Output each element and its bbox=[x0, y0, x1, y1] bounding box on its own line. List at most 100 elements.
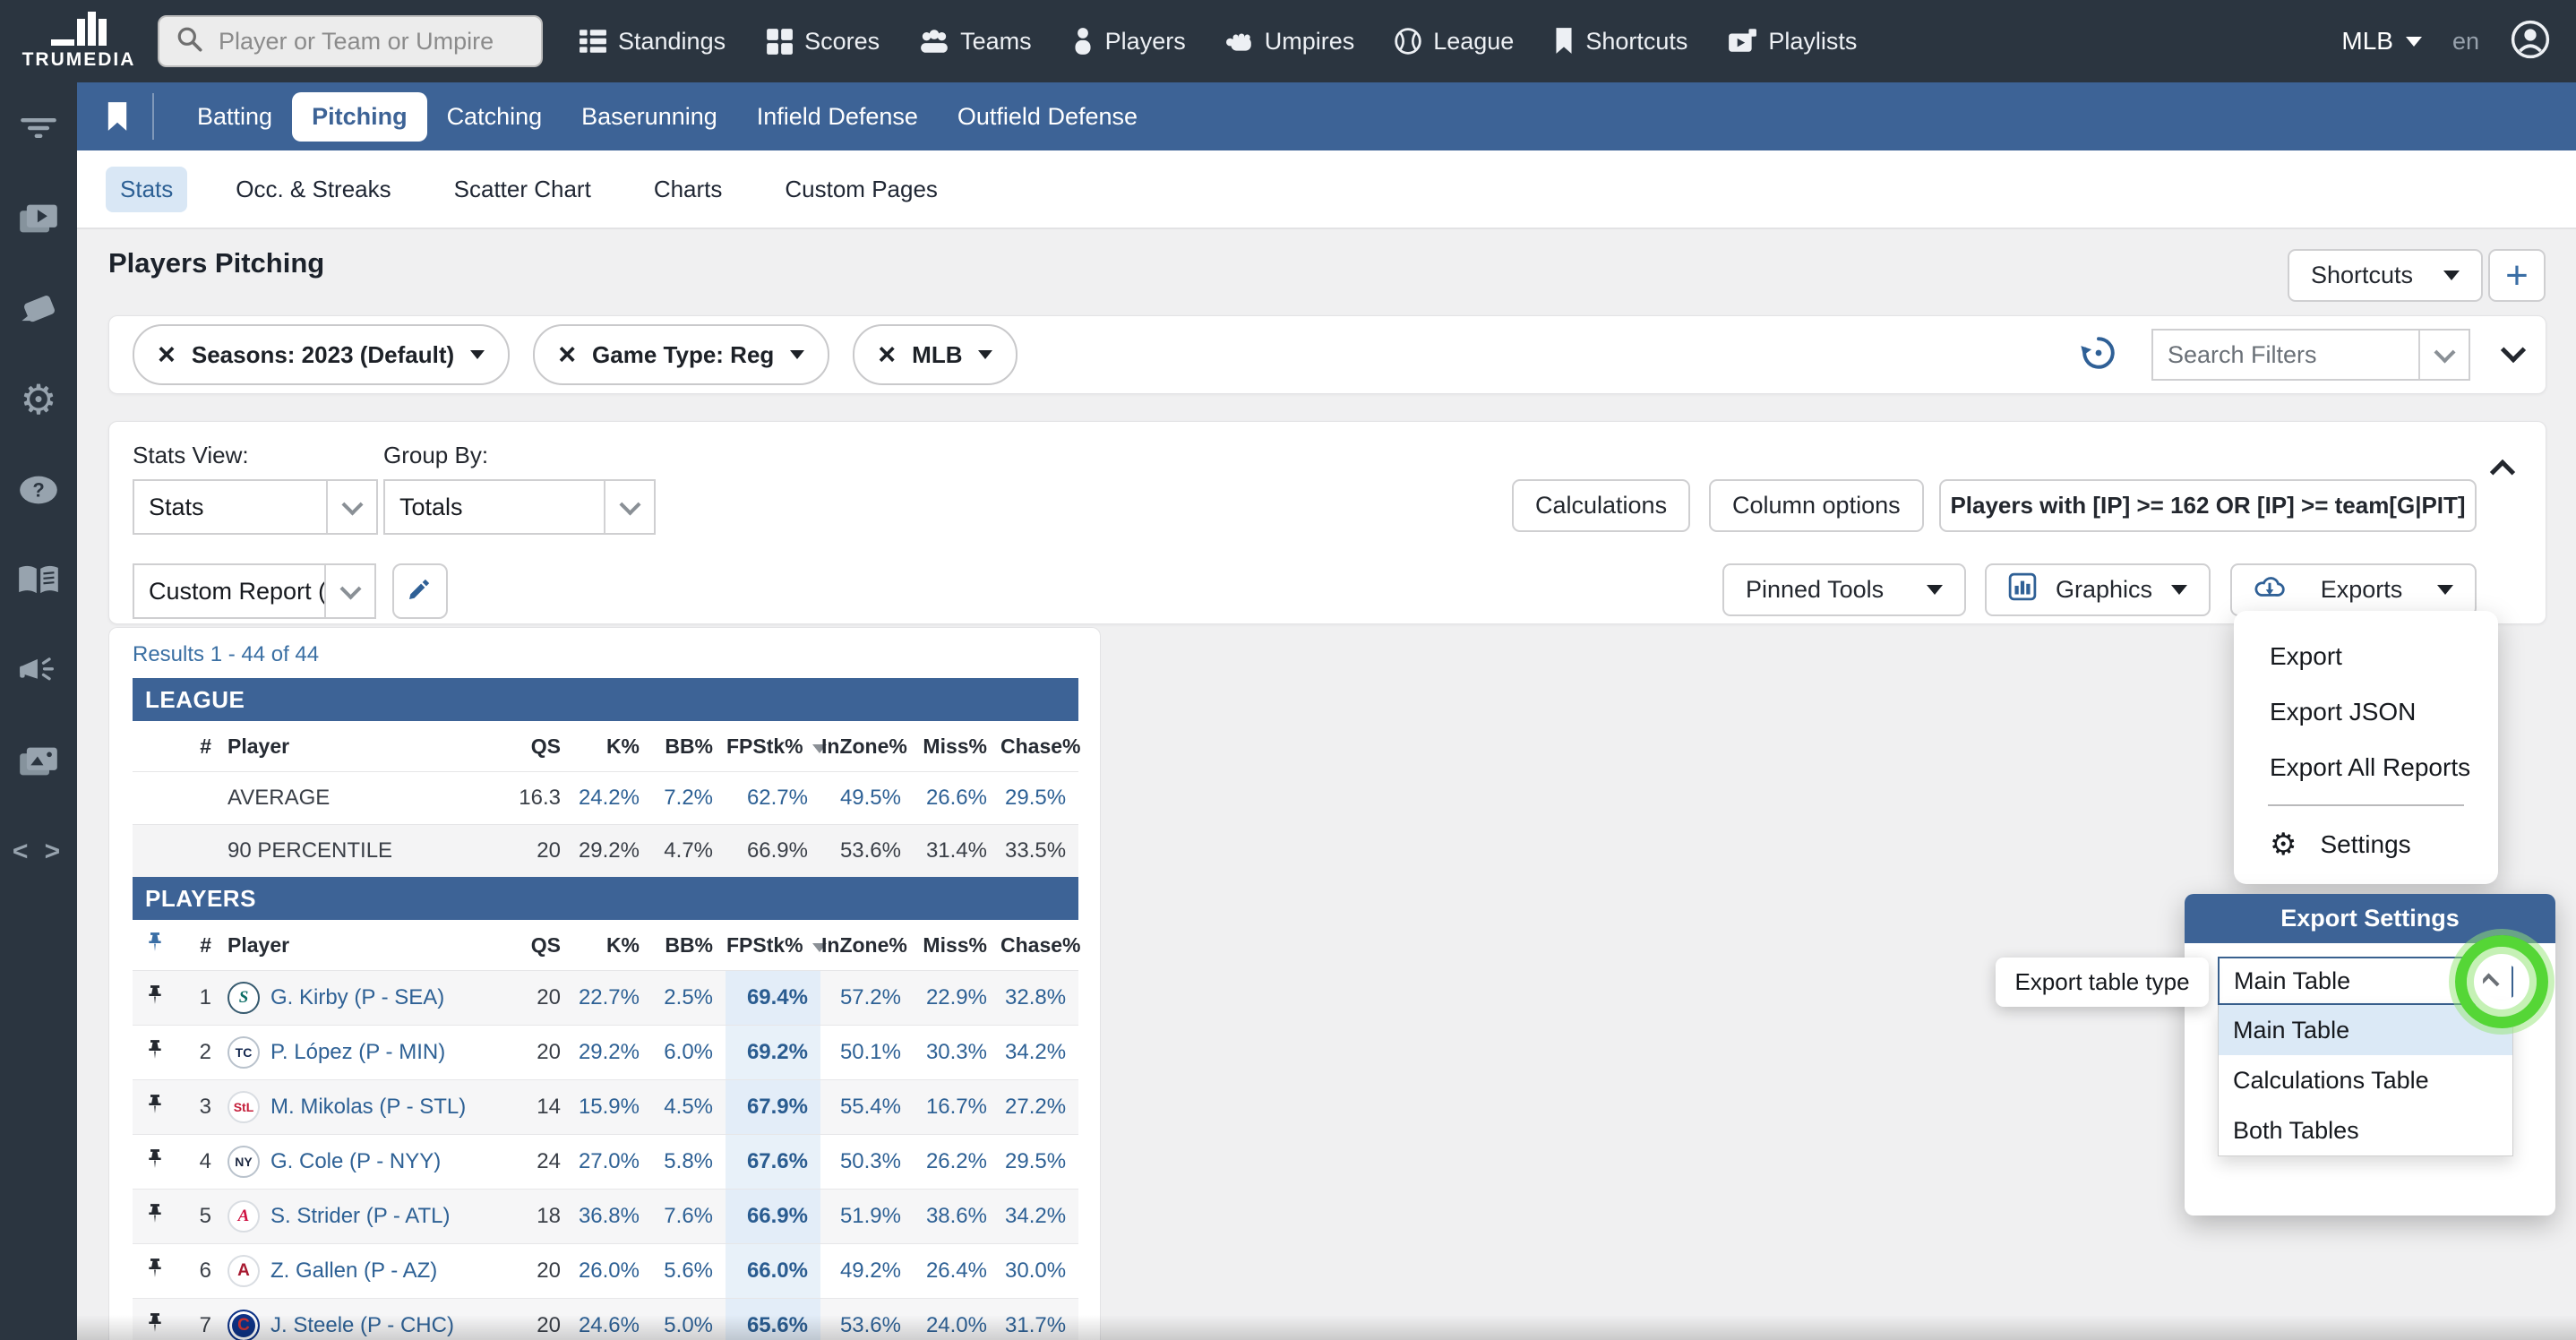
nav-item-players[interactable]: Players bbox=[1071, 27, 1186, 56]
export-table-type-value: Main Table bbox=[2220, 967, 2463, 995]
player-link[interactable]: M. Mikolas (P - STL) bbox=[270, 1095, 466, 1120]
field-board-icon[interactable] bbox=[0, 263, 77, 354]
region-selector[interactable]: MLB bbox=[2341, 27, 2422, 56]
code-icon[interactable]: < > bbox=[0, 806, 77, 897]
gear-icon[interactable]: ⚙ bbox=[0, 354, 77, 444]
section-tab-bar: Batting Pitching Catching Baserunning In… bbox=[77, 82, 2576, 150]
subtab-charts[interactable]: Charts bbox=[640, 167, 737, 212]
export-settings-title: Export Settings bbox=[2185, 894, 2555, 943]
stats-view-select[interactable]: Stats bbox=[133, 479, 378, 535]
global-search-input[interactable] bbox=[217, 27, 525, 56]
trumedia-logo[interactable]: TRUMEDIA bbox=[0, 12, 158, 71]
player-filter-expression-button[interactable]: Players with [IP] >= 162 OR [IP] >= team… bbox=[1939, 479, 2477, 532]
tab-outfield-defense[interactable]: Outfield Defense bbox=[938, 92, 1157, 142]
player-link[interactable]: Z. Gallen (P - AZ) bbox=[270, 1258, 437, 1284]
filter-chip-mlb[interactable]: × MLB bbox=[853, 324, 1018, 385]
subtab-scatter-chart[interactable]: Scatter Chart bbox=[440, 167, 605, 212]
menu-item-settings[interactable]: ⚙ Settings bbox=[2234, 815, 2498, 874]
shortcuts-button[interactable]: Shortcuts bbox=[2288, 249, 2483, 302]
nav-item-umpires[interactable]: Umpires bbox=[1225, 27, 1355, 56]
group-by-select[interactable]: Totals bbox=[383, 479, 656, 535]
player-link[interactable]: P. López (P - MIN) bbox=[270, 1040, 445, 1065]
language-label[interactable]: en bbox=[2452, 28, 2479, 56]
bookmark-icon[interactable] bbox=[106, 101, 129, 132]
filter-lines-icon[interactable] bbox=[0, 82, 77, 173]
chevron-down-icon bbox=[604, 481, 654, 533]
close-icon[interactable]: × bbox=[878, 339, 896, 370]
close-icon[interactable]: × bbox=[558, 339, 576, 370]
pin-button[interactable] bbox=[133, 1080, 177, 1135]
nav-item-league[interactable]: League bbox=[1394, 27, 1514, 56]
exports-button[interactable]: Exports bbox=[2230, 563, 2477, 616]
subtab-occ-streaks[interactable]: Occ. & Streaks bbox=[221, 167, 405, 212]
nav-item-label: Scores bbox=[804, 28, 880, 56]
stat-value: 29.2% bbox=[573, 825, 652, 878]
player-link[interactable]: G. Kirby (P - SEA) bbox=[270, 985, 444, 1010]
tab-catching[interactable]: Catching bbox=[427, 92, 562, 142]
chevron-down-icon[interactable] bbox=[2418, 331, 2469, 379]
tab-batting[interactable]: Batting bbox=[177, 92, 292, 142]
player-link[interactable]: S. Strider (P - ATL) bbox=[270, 1204, 451, 1229]
tab-pitching[interactable]: Pitching bbox=[292, 92, 427, 142]
pin-column-header[interactable] bbox=[133, 920, 177, 971]
pin-button[interactable] bbox=[133, 971, 177, 1026]
column-options-button[interactable]: Column options bbox=[1709, 479, 1924, 532]
nav-item-standings[interactable]: Standings bbox=[579, 27, 726, 56]
avatar-icon[interactable] bbox=[2510, 19, 2551, 64]
filter-chip-game-type[interactable]: × Game Type: Reg bbox=[533, 324, 829, 385]
nav-item-shortcuts[interactable]: Shortcuts bbox=[1553, 27, 1687, 56]
menu-item-export-all-reports[interactable]: Export All Reports bbox=[2234, 740, 2498, 795]
glossary-book-icon[interactable] bbox=[0, 535, 77, 625]
edit-report-button[interactable] bbox=[392, 563, 448, 619]
export-table-type-option[interactable]: Calculations Table bbox=[2219, 1055, 2512, 1105]
league-baseball-icon bbox=[1394, 27, 1422, 56]
nav-item-teams[interactable]: Teams bbox=[919, 27, 1032, 56]
calculations-button[interactable]: Calculations bbox=[1512, 479, 1690, 532]
left-sidebar: ⚙ ? < > bbox=[0, 82, 77, 1340]
player-link[interactable]: G. Cole (P - NYY) bbox=[270, 1149, 441, 1174]
nav-item-playlists[interactable]: Playlists bbox=[1727, 27, 1857, 56]
pin-button[interactable] bbox=[133, 1244, 177, 1299]
media-gallery-icon[interactable] bbox=[0, 716, 77, 806]
video-playlists-icon[interactable] bbox=[0, 173, 77, 263]
collapse-filters-chevron[interactable] bbox=[2504, 347, 2522, 364]
tab-infield-defense[interactable]: Infield Defense bbox=[737, 92, 938, 142]
global-search[interactable] bbox=[158, 15, 543, 67]
stat-value: 66.9% bbox=[726, 825, 820, 878]
pin-button[interactable] bbox=[133, 1299, 177, 1340]
menu-item-export-json[interactable]: Export JSON bbox=[2234, 684, 2498, 740]
filter-chip-seasons[interactable]: × Seasons: 2023 (Default) bbox=[133, 324, 510, 385]
custom-report-select[interactable]: Custom Report (me) bbox=[133, 563, 376, 619]
nav-item-scores[interactable]: Scores bbox=[765, 27, 880, 56]
stat-value: 24 bbox=[498, 1135, 573, 1190]
results-count-link[interactable]: Results 1 - 44 of 44 bbox=[133, 637, 319, 678]
pinned-tools-button[interactable]: Pinned Tools bbox=[1722, 563, 1966, 616]
export-table-type-select[interactable]: Main Table bbox=[2218, 957, 2513, 1005]
add-shortcut-button[interactable]: + bbox=[2488, 249, 2546, 302]
chevron-up-icon[interactable] bbox=[2463, 958, 2512, 1003]
history-icon[interactable] bbox=[2080, 334, 2117, 376]
export-table-type-option[interactable]: Both Tables bbox=[2219, 1105, 2512, 1155]
search-filters-input[interactable]: Search Filters bbox=[2151, 329, 2470, 381]
subtab-custom-pages[interactable]: Custom Pages bbox=[770, 167, 952, 212]
collapse-controls-chevron[interactable] bbox=[2494, 458, 2512, 485]
pin-button[interactable] bbox=[133, 1026, 177, 1080]
sorted-column-header[interactable]: FPStk% bbox=[726, 721, 820, 772]
team-logo-SEA: S bbox=[228, 982, 260, 1014]
subtab-stats[interactable]: Stats bbox=[106, 167, 187, 212]
graphics-button[interactable]: Graphics bbox=[1985, 563, 2211, 616]
export-table-type-option[interactable]: Main Table bbox=[2219, 1005, 2512, 1055]
pin-button[interactable] bbox=[133, 1135, 177, 1190]
stat-value: 34.2% bbox=[1000, 1190, 1078, 1244]
bookmark-icon bbox=[1553, 27, 1575, 56]
pin-button[interactable] bbox=[133, 1190, 177, 1244]
help-icon[interactable]: ? bbox=[0, 444, 77, 535]
tab-baserunning[interactable]: Baserunning bbox=[562, 92, 737, 142]
stat-value: 69.2% bbox=[726, 1026, 820, 1080]
sorted-column-header[interactable]: FPStk% bbox=[726, 920, 820, 971]
player-row: 1SG. Kirby (P - SEA)2022.7%2.5%69.4%57.2… bbox=[133, 971, 1078, 1026]
close-icon[interactable]: × bbox=[158, 339, 176, 370]
announcements-icon[interactable] bbox=[0, 625, 77, 716]
player-link[interactable]: J. Steele (P - CHC) bbox=[270, 1313, 454, 1338]
menu-item-export[interactable]: Export bbox=[2234, 629, 2498, 684]
